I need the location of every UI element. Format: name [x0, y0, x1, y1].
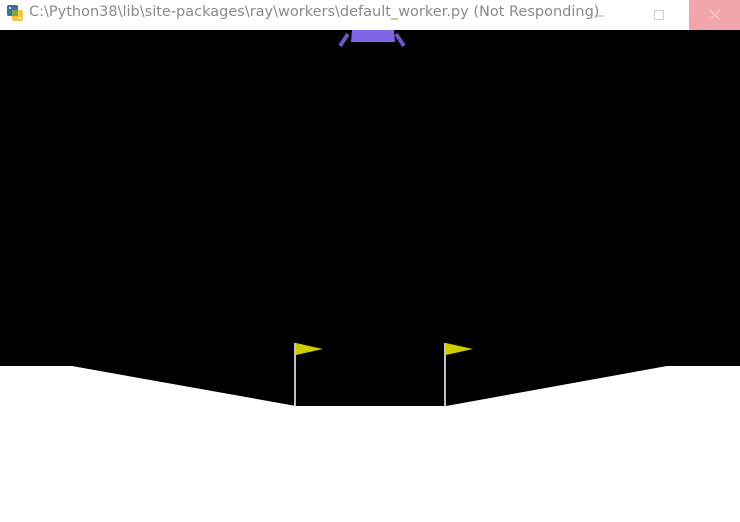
- lander-body: [351, 30, 395, 42]
- game-viewport: [0, 30, 740, 522]
- app-window: C:\Python38\lib\site-packages\ray\worker…: [0, 0, 740, 522]
- maximize-button[interactable]: [634, 0, 684, 30]
- minimize-icon: [593, 6, 605, 25]
- window-title: C:\Python38\lib\site-packages\ray\worker…: [29, 4, 600, 20]
- title-bar[interactable]: C:\Python38\lib\site-packages\ray\worker…: [0, 0, 740, 30]
- maximize-icon: [653, 6, 665, 25]
- close-button[interactable]: [689, 0, 740, 30]
- minimize-button[interactable]: [574, 0, 624, 30]
- python-icon: [6, 4, 24, 22]
- close-icon: [709, 6, 721, 25]
- game-canvas: [0, 30, 740, 522]
